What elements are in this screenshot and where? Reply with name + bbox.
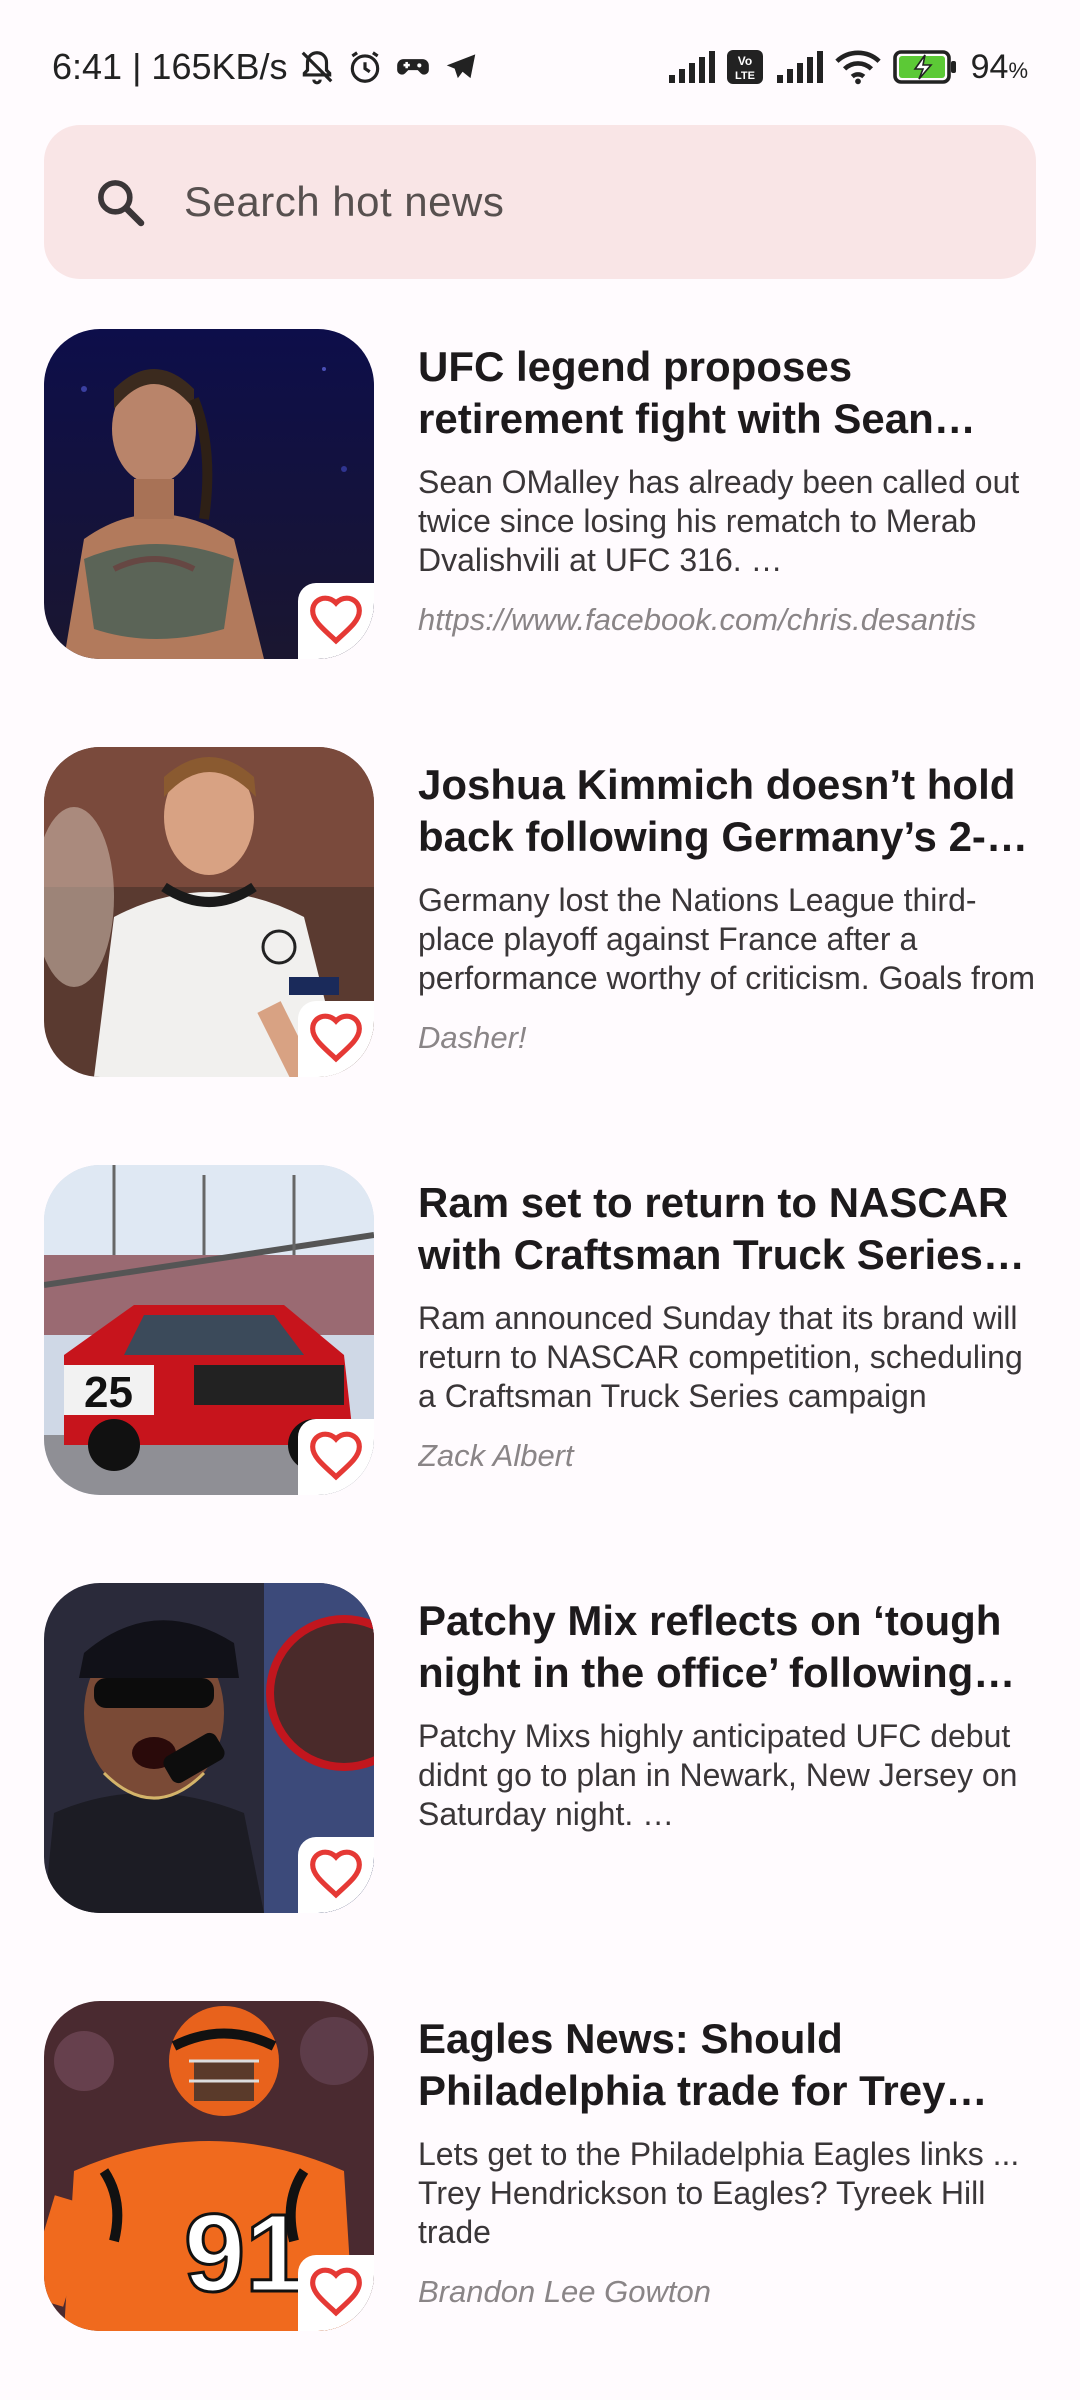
news-title: Ram set to return to NASCAR with Craftsm… [418, 1179, 1009, 1278]
favorite-button[interactable] [298, 2255, 374, 2331]
news-text: Patchy Mix reflects on ‘tough night in t… [418, 1595, 1036, 1856]
news-description: Patchy Mixs highly anticipated UFC debut… [418, 1718, 1018, 1832]
search-input[interactable] [182, 177, 966, 227]
status-time: 6:41 | 165KB/s [52, 46, 288, 87]
status-left: 6:41 | 165KB/s [52, 42, 480, 92]
search-icon [98, 180, 145, 227]
news-text: Ram set to return to NASCAR with Craftsm… [418, 1177, 1036, 1474]
news-thumbnail [44, 329, 374, 659]
news-description: Lets get to the Philadelphia Eagles link… [418, 2136, 1020, 2250]
news-source: Zack Albert [418, 1438, 574, 1473]
heart-outline-icon [310, 595, 362, 645]
news-thumbnail: 25 [44, 1165, 374, 1495]
favorite-button[interactable] [298, 1837, 374, 1913]
volte-icon: Vo LTE [726, 50, 763, 84]
news-source: Dasher! [418, 1020, 527, 1055]
news-title: Eagles News: Should Philadelphia trade f… [418, 2015, 946, 2114]
news-item[interactable]: UFC legend proposes retirement fight wit… [44, 329, 1036, 659]
game-controller-icon [394, 48, 432, 86]
news-thumbnail: 91 [44, 2001, 374, 2331]
battery-charging-icon [892, 50, 959, 84]
news-text: Joshua Kimmich doesn’t hold back followi… [418, 759, 1036, 1056]
svg-text:91: 91 [184, 2192, 306, 2315]
news-description: Sean OMalley has already been called out… [418, 464, 1020, 578]
news-description: Germany lost the Nations League third-pl… [418, 882, 1036, 996]
news-description: Ram announced Sunday that its brand will… [418, 1300, 1023, 1414]
svg-text:LTE: LTE [735, 70, 755, 82]
mute-bell-icon [298, 48, 336, 86]
favorite-button[interactable] [298, 1001, 374, 1077]
svg-text:Vo: Vo [737, 54, 751, 68]
status-bar: 6:41 | 165KB/s Vo LTE 94% [0, 0, 1080, 120]
heart-outline-icon [310, 1431, 362, 1481]
heart-outline-icon [310, 2267, 362, 2317]
signal-icon [667, 51, 715, 83]
news-thumbnail [44, 747, 374, 1077]
news-thumbnail [44, 1583, 374, 1913]
search-bar[interactable] [44, 125, 1036, 279]
news-title: Patchy Mix reflects on ‘tough night in t… [418, 1597, 1002, 1696]
news-source: https://www.facebook.com/chris.desantis [418, 602, 977, 637]
heart-outline-icon [310, 1849, 362, 1899]
status-right: Vo LTE 94% [667, 42, 1028, 92]
news-item[interactable]: Joshua Kimmich doesn’t hold back followi… [44, 747, 1036, 1077]
wifi-icon [834, 49, 881, 85]
svg-text:25: 25 [84, 1368, 133, 1417]
favorite-button[interactable] [298, 583, 374, 659]
news-text: UFC legend proposes retirement fight wit… [418, 341, 1036, 638]
news-item[interactable]: 91 Eagles News: Should Philadelphia trad… [44, 2001, 1036, 2331]
signal-icon [775, 51, 823, 83]
favorite-button[interactable] [298, 1419, 374, 1495]
alarm-icon [346, 48, 384, 86]
telegram-icon [442, 48, 480, 86]
news-item[interactable]: Patchy Mix reflects on ‘tough night in t… [44, 1583, 1036, 1913]
news-source: Brandon Lee Gowton [418, 2274, 711, 2309]
battery-level: 94% [970, 47, 1028, 86]
news-title: UFC legend proposes retirement fight wit… [418, 343, 934, 442]
news-item[interactable]: 25 Ram set to return to NASCAR with Craf… [44, 1165, 1036, 1495]
news-title: Joshua Kimmich doesn’t hold back followi… [418, 761, 1016, 860]
news-text: Eagles News: Should Philadelphia trade f… [418, 2013, 1036, 2310]
heart-outline-icon [310, 1013, 362, 1063]
